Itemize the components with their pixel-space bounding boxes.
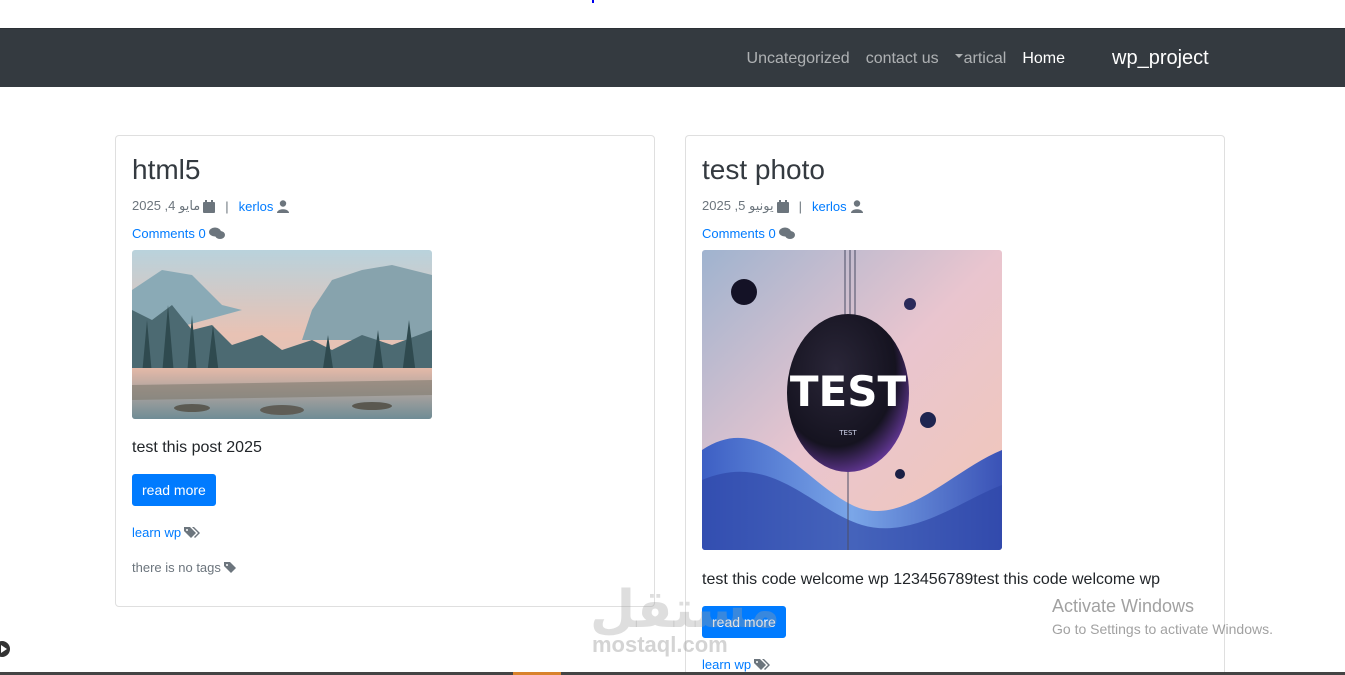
nav-link-home[interactable]: Home <box>1022 50 1065 68</box>
nav-link-artical-label: artical <box>963 49 1007 67</box>
post-title[interactable]: html5 <box>132 154 638 186</box>
nav-links: Uncategorized contact us artical Home <box>731 29 1065 88</box>
post-date: يونيو 5, 2025 <box>702 198 774 213</box>
post-title[interactable]: test photo <box>702 154 1208 186</box>
top-link-fragment <box>592 0 594 3</box>
post-card-html5: html5 مايو 4, 2025 | kerlos Comments 0 t… <box>115 135 655 607</box>
user-icon <box>850 199 863 213</box>
play-icon[interactable] <box>0 641 10 657</box>
tag-icon <box>223 562 236 573</box>
nav-link-artical-dropdown[interactable]: artical <box>954 49 1007 68</box>
mostaql-watermark: مستقل <box>590 581 781 639</box>
category-link-learn-wp[interactable]: learn wp <box>702 657 751 672</box>
post-tags: there is no tags <box>132 560 638 575</box>
activate-windows-title: Activate Windows <box>1052 596 1195 616</box>
post-meta: مايو 4, 2025 | kerlos <box>132 198 638 214</box>
nav-link-uncategorized[interactable]: Uncategorized <box>747 50 850 68</box>
no-tags-text: there is no tags <box>132 560 221 575</box>
calendar-icon <box>776 199 789 213</box>
nav-link-contact-us[interactable]: contact us <box>866 50 939 68</box>
post-author-link[interactable]: kerlos <box>239 199 274 214</box>
tags-icon <box>184 527 201 538</box>
thumbnail-test-text: TEST <box>790 367 907 416</box>
comments-icon <box>778 227 795 239</box>
activate-windows-notice: Activate Windows Go to Settings to activ… <box>1052 596 1273 637</box>
category-link-learn-wp[interactable]: learn wp <box>132 525 181 540</box>
comments-link[interactable]: Comments 0 <box>702 226 776 241</box>
post-date: مايو 4, 2025 <box>132 198 201 213</box>
post-thumbnail-test-art[interactable]: TEST TEST <box>702 250 1002 550</box>
meta-separator: | <box>798 198 802 214</box>
navbar: Uncategorized contact us artical Home wp… <box>0 28 1345 87</box>
read-more-button[interactable]: read more <box>132 474 216 506</box>
post-comments: Comments 0 <box>702 225 1208 241</box>
meta-separator: | <box>225 198 229 214</box>
activate-windows-subtitle: Go to Settings to activate Windows. <box>1052 621 1273 637</box>
caret-down-icon <box>954 54 963 59</box>
post-thumbnail-landscape[interactable] <box>132 250 432 419</box>
browser-top-strip <box>0 0 1345 28</box>
post-meta: يونيو 5, 2025 | kerlos <box>702 198 1208 214</box>
thumbnail-test-subtext: TEST <box>838 429 857 437</box>
navbar-brand[interactable]: wp_project <box>1112 29 1209 88</box>
tags-icon <box>754 659 771 670</box>
post-category: learn wp <box>132 525 638 540</box>
comments-icon <box>208 227 225 239</box>
post-excerpt: test this post 2025 <box>132 439 262 456</box>
post-comments: Comments 0 <box>132 225 638 241</box>
mostaql-watermark-url: mostaql.com <box>592 632 728 657</box>
comments-link[interactable]: Comments 0 <box>132 226 206 241</box>
post-author-link[interactable]: kerlos <box>812 199 847 214</box>
calendar-icon <box>203 199 216 213</box>
user-icon <box>277 199 290 213</box>
post-category: learn wp <box>702 657 1208 672</box>
